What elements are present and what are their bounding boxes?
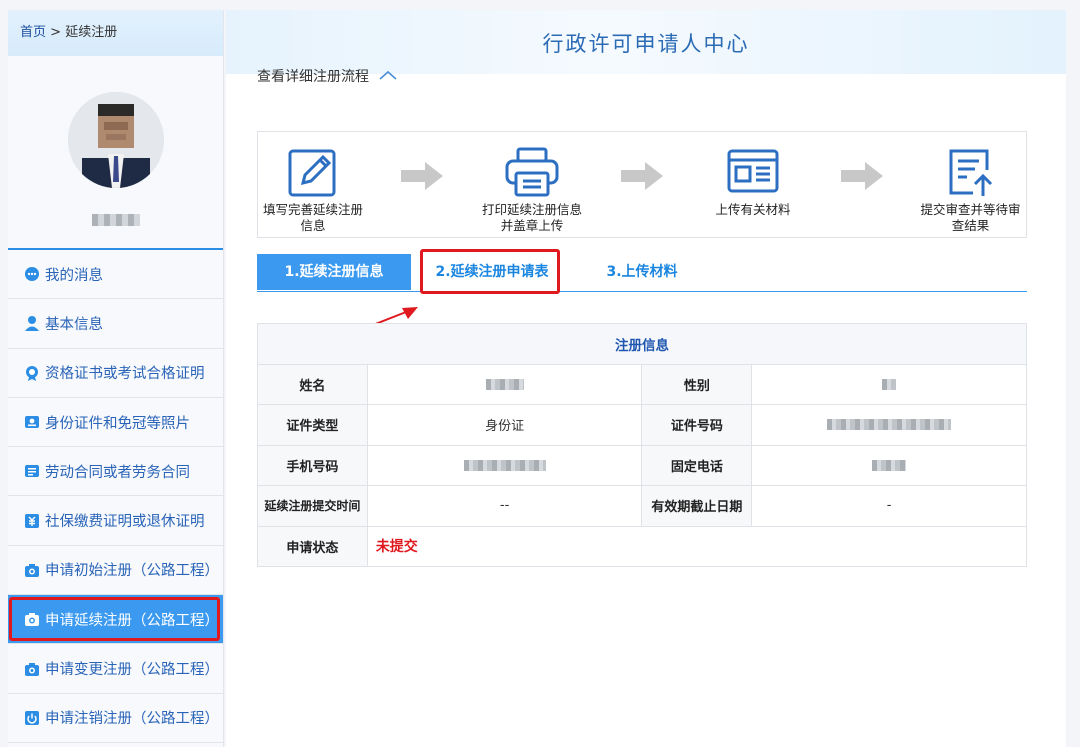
table-row: 延续注册提交时间 -- 有效期截止日期 - [257, 485, 1027, 527]
label-id-type: 证件类型 [257, 404, 368, 446]
flow-toggle-label: 查看详细注册流程 [257, 69, 369, 85]
label-expiry-date: 有效期截止日期 [641, 485, 753, 527]
step-label-line2: 并盖章上传 [500, 218, 564, 233]
user-name-blurred [92, 214, 140, 226]
step-label-line1: 打印延续注册信息 [481, 202, 582, 217]
registration-steps: 填写完善延续注册 信息 打印延续注册信息 并盖章上传 上传有关材料 提交审查并等… [257, 131, 1027, 238]
step-print: 打印延续注册信息 并盖章上传 [472, 146, 592, 234]
step-submit-review: 提交审查并等待审 查结果 [913, 146, 1028, 234]
step-fill-info: 填写完善延续注册 信息 [258, 146, 368, 234]
step-upload-materials: 上传有关材料 [698, 146, 808, 218]
printer-icon [472, 146, 592, 198]
value-id-type: 身份证 [366, 404, 643, 446]
sidebar-item-initial-registration[interactable]: 申请初始注册（公路工程） [8, 546, 223, 596]
edit-icon [258, 146, 368, 198]
tab-upload-materials[interactable]: 3.上传材料 [597, 254, 687, 290]
main-panel: 行政许可申请人中心 查看详细注册流程 填写完善延续注册 信息 打印延续注册信息 … [226, 10, 1066, 747]
blurred-value [485, 378, 524, 390]
value-id-number [751, 404, 1027, 446]
sidebar-item-id-photo[interactable]: 身份证件和免冠等照片 [8, 398, 223, 448]
breadcrumb-current: 延续注册 [65, 25, 118, 40]
table-row: 手机号码 固定电话 [257, 444, 1027, 486]
arrow-right-icon [841, 162, 883, 194]
message-icon [24, 266, 40, 282]
sidebar-item-label: 资格证书或考试合格证明 [45, 366, 205, 383]
status-badge: 未提交 [366, 525, 1028, 567]
sidebar-item-change-registration[interactable]: 申请变更注册（公路工程） [8, 644, 223, 694]
label-landline: 固定电话 [641, 444, 753, 486]
blurred-value [463, 459, 546, 471]
value-expiry-date: - [751, 485, 1027, 527]
chevron-up-icon [379, 68, 397, 84]
flow-toggle[interactable]: 查看详细注册流程 [257, 66, 397, 86]
table-row: 证件类型 身份证 证件号码 [257, 404, 1027, 446]
sidebar: 首页 > 延续注册 我的消息 基本信息 资格证书或考试合格证明 身份证件和免冠等… [8, 10, 224, 747]
table-row: 姓名 性别 [257, 363, 1027, 405]
step-label-line1: 上传有关材料 [715, 202, 791, 217]
sidebar-item-contract[interactable]: 劳动合同或者劳务合同 [8, 447, 223, 497]
sidebar-item-label: 申请延续注册（公路工程） [45, 612, 219, 629]
value-mobile [366, 444, 643, 486]
sidebar-item-label: 身份证件和免冠等照片 [45, 415, 190, 432]
sidebar-item-label: 社保缴费证明或退休证明 [45, 514, 205, 531]
tab-bar: 1.延续注册信息 2.延续注册申请表 3.上传材料 [257, 249, 1027, 294]
sidebar-item-basic-info[interactable]: 基本信息 [8, 299, 223, 349]
sidebar-item-label: 申请初始注册（公路工程） [45, 563, 219, 580]
breadcrumb-separator: > [46, 25, 66, 40]
document-icon [698, 146, 808, 198]
sidebar-item-label: 基本信息 [45, 316, 103, 333]
sidebar-item-label: 我的消息 [45, 267, 103, 284]
camera-icon [24, 661, 40, 677]
avatar[interactable] [68, 92, 164, 188]
arrow-right-icon [401, 162, 443, 194]
sidebar-item-messages[interactable]: 我的消息 [8, 250, 223, 300]
upload-icon [913, 146, 1028, 198]
sidebar-item-certificate[interactable]: 资格证书或考试合格证明 [8, 349, 223, 398]
page-title: 行政许可申请人中心 [542, 32, 750, 56]
social-security-icon [24, 513, 40, 529]
label-name: 姓名 [257, 363, 368, 405]
power-icon [24, 710, 40, 726]
profile [8, 56, 223, 248]
value-landline [751, 444, 1027, 486]
header: 行政许可申请人中心 [226, 10, 1066, 74]
arrow-right-icon [621, 162, 663, 194]
blurred-value [827, 419, 952, 431]
value-renewal-submit-time: -- [366, 485, 643, 527]
sidebar-menu: 我的消息 基本信息 资格证书或考试合格证明 身份证件和免冠等照片 劳动合同或者劳… [8, 250, 223, 743]
user-icon [24, 315, 40, 332]
label-gender: 性别 [641, 363, 753, 405]
step-label-line1: 提交审查并等待审 [920, 202, 1021, 217]
table-row: 申请状态 未提交 [257, 525, 1028, 567]
certificate-icon [24, 365, 40, 381]
blurred-value [872, 459, 907, 471]
registration-info-table: 注册信息 姓名 性别 证件类型 身份证 证件号码 手机号码 固定电话 延续注册提… [257, 323, 1028, 567]
sidebar-item-cancel-registration[interactable]: 申请注销注册（公路工程） [8, 694, 223, 743]
label-application-status: 申请状态 [257, 525, 368, 567]
value-gender [751, 363, 1027, 405]
breadcrumb: 首页 > 延续注册 [8, 10, 223, 56]
tab-renewal-info[interactable]: 1.延续注册信息 [257, 254, 411, 290]
table-caption: 注册信息 [257, 323, 1027, 365]
sidebar-item-social-security[interactable]: 社保缴费证明或退休证明 [8, 496, 223, 546]
step-label-line1: 填写完善延续注册 [262, 202, 363, 217]
id-card-icon [24, 414, 40, 430]
sidebar-item-label: 劳动合同或者劳务合同 [45, 464, 190, 481]
breadcrumb-home-link[interactable]: 首页 [20, 25, 46, 40]
step-label-line2: 查结果 [951, 218, 990, 233]
sidebar-item-label: 申请注销注册（公路工程） [45, 711, 219, 728]
tab-renewal-application-form[interactable]: 2.延续注册申请表 [420, 249, 560, 294]
contract-icon [24, 463, 40, 479]
sidebar-item-label: 申请变更注册（公路工程） [45, 662, 219, 679]
value-name [366, 363, 643, 405]
label-renewal-submit-time: 延续注册提交时间 [257, 485, 368, 527]
camera-icon [24, 611, 40, 627]
step-label-line2: 信息 [300, 218, 326, 233]
label-id-number: 证件号码 [641, 404, 753, 446]
sidebar-item-renewal-registration[interactable]: 申请延续注册（公路工程） [8, 595, 223, 645]
blurred-value [882, 378, 897, 390]
camera-icon [24, 562, 40, 578]
label-mobile: 手机号码 [257, 444, 368, 486]
